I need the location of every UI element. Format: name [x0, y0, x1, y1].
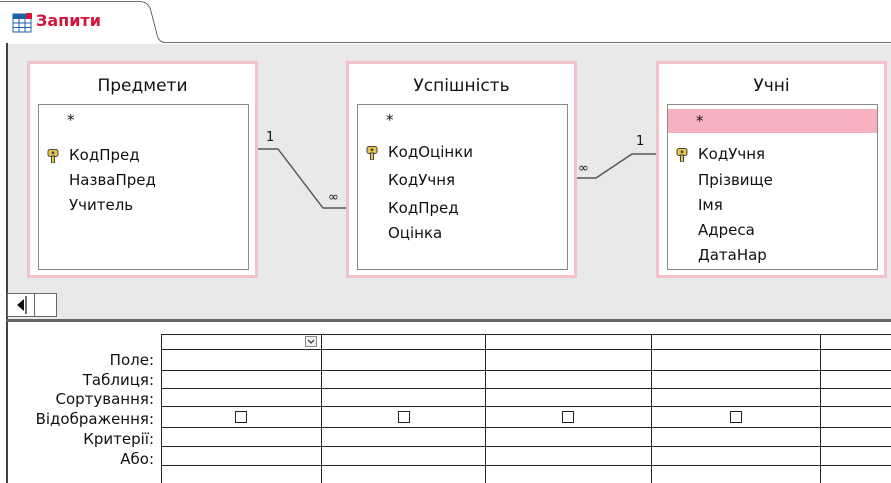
show-checkbox[interactable]: [730, 411, 742, 423]
field-all-selected[interactable]: *: [668, 109, 877, 133]
field-ocinka[interactable]: Оцінка: [358, 221, 567, 245]
grid-column-divider: [321, 334, 322, 483]
table-uchni[interactable]: Учні * КодУчня Прізвище Імя Адреса ДатаН…: [656, 61, 887, 278]
table-title: Предмети: [97, 76, 188, 96]
field-koduchnya[interactable]: КодУчня: [668, 142, 877, 166]
grid-line: [161, 427, 891, 428]
relation-many-label: ∞: [328, 190, 339, 205]
table-title: Учні: [753, 76, 790, 96]
field-all[interactable]: *: [39, 108, 248, 132]
key-icon: [47, 149, 59, 163]
field-imya[interactable]: Імя: [668, 193, 877, 217]
grid-line: [161, 465, 891, 466]
table-predmety[interactable]: Предмети * КодПред НазваПред Учитель: [27, 61, 258, 278]
grid-column-divider: [485, 334, 486, 483]
field-label: КодУчня: [698, 145, 766, 163]
field-prizvyshche[interactable]: Прізвище: [668, 168, 877, 192]
field-list: * КодУчня Прізвище Імя Адреса ДатаНар: [667, 104, 878, 270]
field-list: * КодОцінки КодУчня КодПред Оцінка: [357, 104, 568, 270]
relation-one-label: 1: [636, 134, 645, 149]
field-list: * КодПред НазваПред Учитель: [38, 104, 249, 270]
key-icon: [676, 148, 688, 162]
arrow-left-icon: [17, 296, 27, 314]
grid-column-divider: [820, 334, 821, 483]
show-checkbox[interactable]: [235, 411, 247, 423]
row-label-table: Таблиця:: [82, 371, 154, 389]
row-label-criteria: Критерії:: [83, 430, 154, 448]
show-checkbox[interactable]: [562, 411, 574, 423]
grid-line: [161, 334, 891, 335]
grid-line: [161, 388, 891, 389]
grid-line: [161, 370, 891, 371]
field-all[interactable]: *: [358, 108, 567, 132]
field-kodocinky[interactable]: КодОцінки: [358, 140, 567, 164]
grid-line: [161, 349, 891, 350]
grid-column-divider: [651, 334, 652, 483]
field-datanar[interactable]: ДатаНар: [668, 243, 877, 267]
field-kodpred[interactable]: КодПред: [358, 196, 567, 220]
row-label-show: Відображення:: [35, 410, 154, 428]
show-checkbox[interactable]: [398, 411, 410, 423]
row-label-sort: Сортування:: [55, 390, 154, 408]
field-kodpred[interactable]: КодПред: [39, 143, 248, 167]
field-label: КодОцінки: [388, 143, 473, 161]
field-uchytel[interactable]: Учитель: [39, 193, 248, 217]
chevron-down-icon: [307, 339, 315, 344]
relation-many-label: ∞: [578, 161, 589, 176]
field-adresa[interactable]: Адреса: [668, 218, 877, 242]
field-koduchnya[interactable]: КодУчня: [358, 168, 567, 192]
grid-line: [161, 446, 891, 447]
row-label-field: Поле:: [109, 351, 154, 369]
field-label: КодПред: [69, 146, 140, 164]
key-icon: [366, 146, 378, 160]
relation-one-label: 1: [266, 130, 275, 145]
row-label-or: Або:: [120, 450, 154, 468]
grid-line: [161, 406, 891, 407]
horizontal-scrollbar[interactable]: [35, 293, 57, 317]
field-dropdown-button[interactable]: [305, 336, 317, 347]
grid-column-divider: [161, 334, 162, 483]
field-nazvapred[interactable]: НазваПред: [39, 168, 248, 192]
scroll-left-button[interactable]: [7, 293, 35, 317]
table-title: Успішність: [413, 76, 510, 96]
table-uspishnist[interactable]: Успішність * КодОцінки КодУчня КодПред О…: [346, 61, 577, 278]
